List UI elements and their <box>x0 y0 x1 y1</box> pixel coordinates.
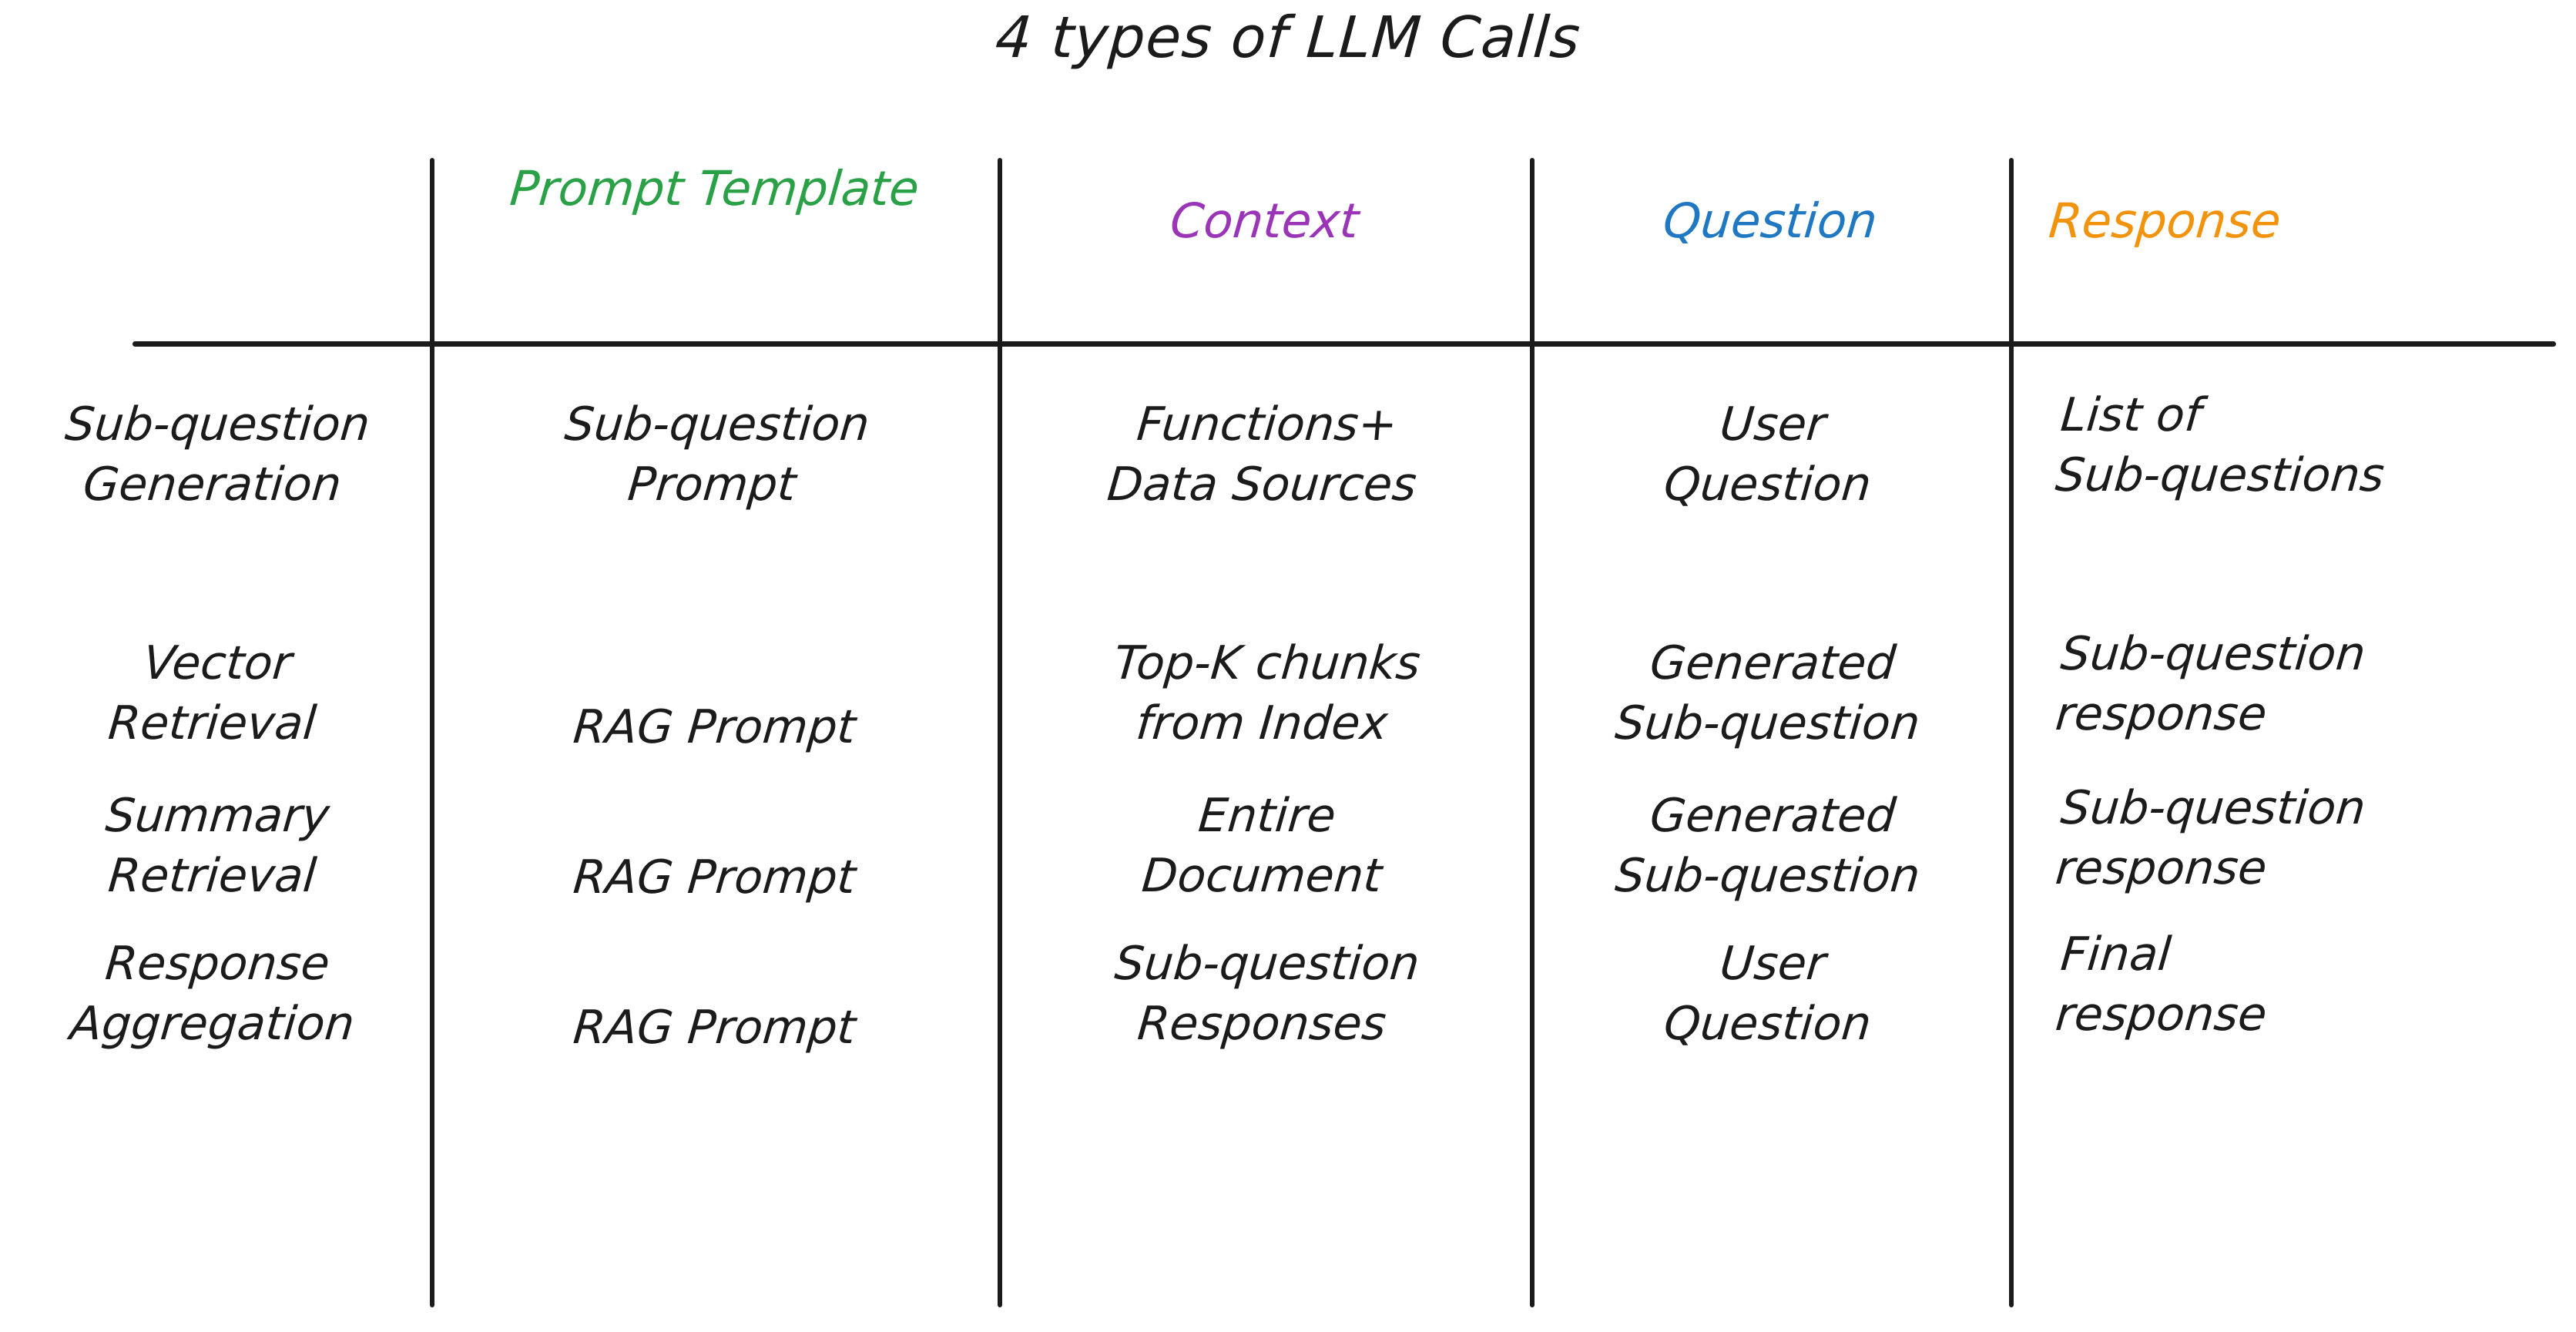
table-row-2-question: Generated Sub-question <box>1612 636 1923 750</box>
table-row-3-context: Entire Document <box>1139 789 1384 903</box>
table-row-3-call-type: Summary Retrieval <box>103 789 332 903</box>
table-row-4-question: User Question <box>1662 937 1873 1051</box>
table-row-4-prompt: RAG Prompt <box>571 1001 858 1055</box>
table-row-2-call-type: Vector Retrieval <box>106 636 319 750</box>
column-header-prompt-template: Prompt Template <box>508 160 921 216</box>
table-row-3-response: Sub-question response <box>2053 781 2368 895</box>
column-header-response: Response <box>2046 193 2283 249</box>
table-row-1-context: Functions+ Data Sources <box>1105 398 1419 512</box>
table-row-1-question: User Question <box>1662 398 1873 512</box>
table-row-3-prompt: RAG Prompt <box>571 851 858 904</box>
table-row-2-prompt: RAG Prompt <box>571 700 858 754</box>
table-row-4-context: Sub-question Responses <box>1112 937 1422 1051</box>
page-title: 4 types of LLM Calls <box>993 5 1583 71</box>
table-row-2-response: Sub-question response <box>2053 627 2368 741</box>
diagram-canvas: 4 types of LLM Calls Prompt Template Con… <box>0 0 2576 1332</box>
table-row-4-response: Final response <box>2053 928 2269 1042</box>
column-divider-4 <box>2009 158 2014 1307</box>
table-row-1-call-type: Sub-question Generation <box>62 398 373 512</box>
column-header-context: Context <box>1168 193 1361 249</box>
table-row-1-response: List of Sub-questions <box>2053 388 2386 502</box>
table-row-1-prompt: Sub-question Prompt <box>562 398 872 512</box>
table-row-2-context: Top-K chunks from Index <box>1112 636 1423 750</box>
header-divider-line <box>132 341 2556 347</box>
table-row-3-question: Generated Sub-question <box>1612 789 1923 903</box>
column-header-question: Question <box>1661 193 1880 249</box>
table-row-4-call-type: Response Aggregation <box>68 937 357 1051</box>
